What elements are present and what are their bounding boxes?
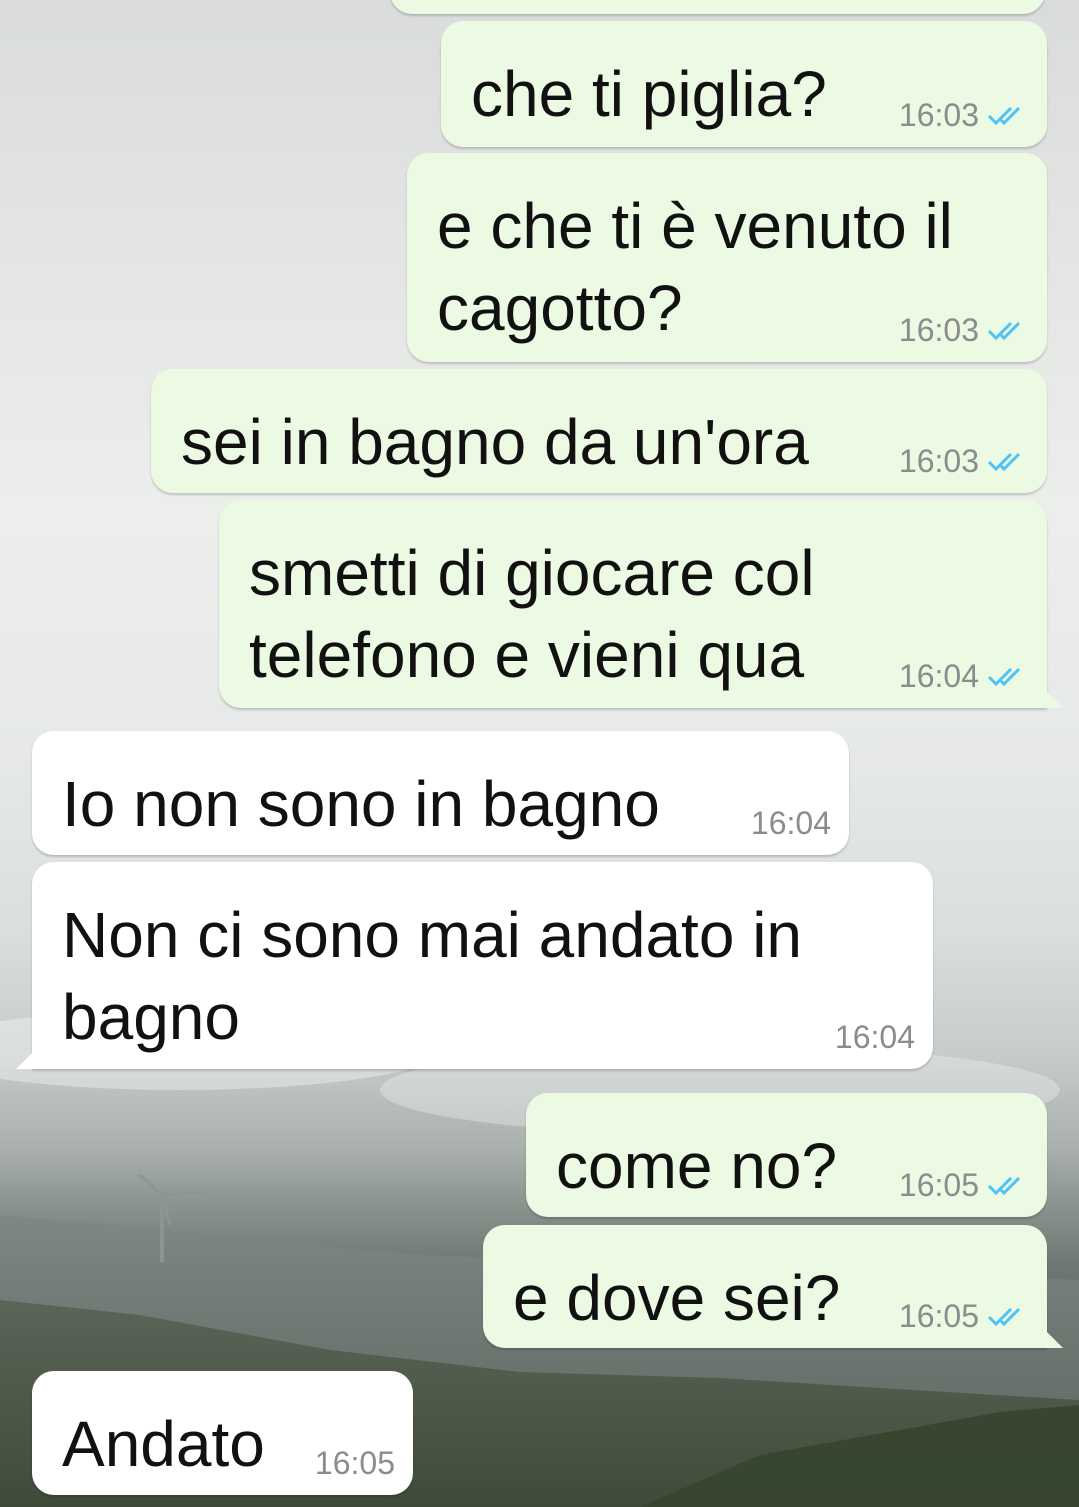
message-meta: 16:05: [899, 1167, 1029, 1203]
message-bubble-outgoing[interactable]: e che ti è venuto il cagotto? 16:03: [407, 153, 1047, 362]
message-time: 16:03: [898, 443, 979, 479]
read-double-check-icon: [987, 321, 1021, 341]
message-meta: 16:04: [899, 658, 1029, 694]
message-time: 16:03: [898, 97, 979, 133]
message-time: 16:05: [314, 1445, 395, 1481]
message-bubble-outgoing[interactable]: come no? 16:05: [526, 1093, 1047, 1217]
message-time: 16:04: [750, 805, 831, 841]
previous-message-bubble[interactable]: [390, 0, 1045, 14]
read-double-check-icon: [987, 667, 1021, 687]
message-meta: 16:03: [899, 312, 1029, 348]
message-meta: 16:03: [899, 97, 1029, 133]
read-double-check-icon: [987, 452, 1021, 472]
message-bubble-outgoing[interactable]: smetti di giocare col telefono e vieni q…: [219, 500, 1063, 708]
message-text: Non ci sono mai andato in bagno: [62, 899, 802, 1053]
message-text: e che ti è venuto il cagotto?: [437, 190, 953, 344]
message-meta: 16:05: [315, 1445, 395, 1481]
read-double-check-icon: [987, 1307, 1021, 1327]
message-text: smetti di giocare col telefono e vieni q…: [249, 537, 815, 691]
message-time: 16:04: [898, 658, 979, 694]
message-text: Io non sono in bagno: [62, 768, 660, 840]
message-text: Andato: [62, 1408, 265, 1480]
message-time: 16:04: [834, 1019, 915, 1055]
read-double-check-icon: [987, 106, 1021, 126]
message-text: sei in bagno da un'ora: [181, 406, 809, 478]
message-bubble-incoming[interactable]: Io non sono in bagno 16:04: [32, 731, 849, 855]
message-meta: 16:03: [899, 443, 1029, 479]
message-bubble-outgoing[interactable]: sei in bagno da un'ora 16:03: [151, 369, 1047, 493]
message-bubble-incoming[interactable]: Non ci sono mai andato in bagno 16:04: [16, 862, 933, 1069]
message-meta: 16:04: [835, 1019, 915, 1055]
message-meta: 16:05: [899, 1298, 1029, 1334]
message-bubble-outgoing[interactable]: e dove sei? 16:05: [483, 1225, 1063, 1348]
message-text: che ti piglia?: [471, 58, 827, 130]
read-double-check-icon: [987, 1176, 1021, 1196]
message-meta: 16:04: [751, 805, 831, 841]
message-time: 16:03: [898, 312, 979, 348]
chat-thread: che ti piglia? 16:03 e che ti è venuto i…: [0, 0, 1079, 1507]
message-time: 16:05: [898, 1167, 979, 1203]
message-bubble-outgoing[interactable]: che ti piglia? 16:03: [441, 21, 1047, 147]
message-time: 16:05: [898, 1298, 979, 1334]
message-bubble-incoming[interactable]: Andato 16:05: [32, 1371, 413, 1495]
